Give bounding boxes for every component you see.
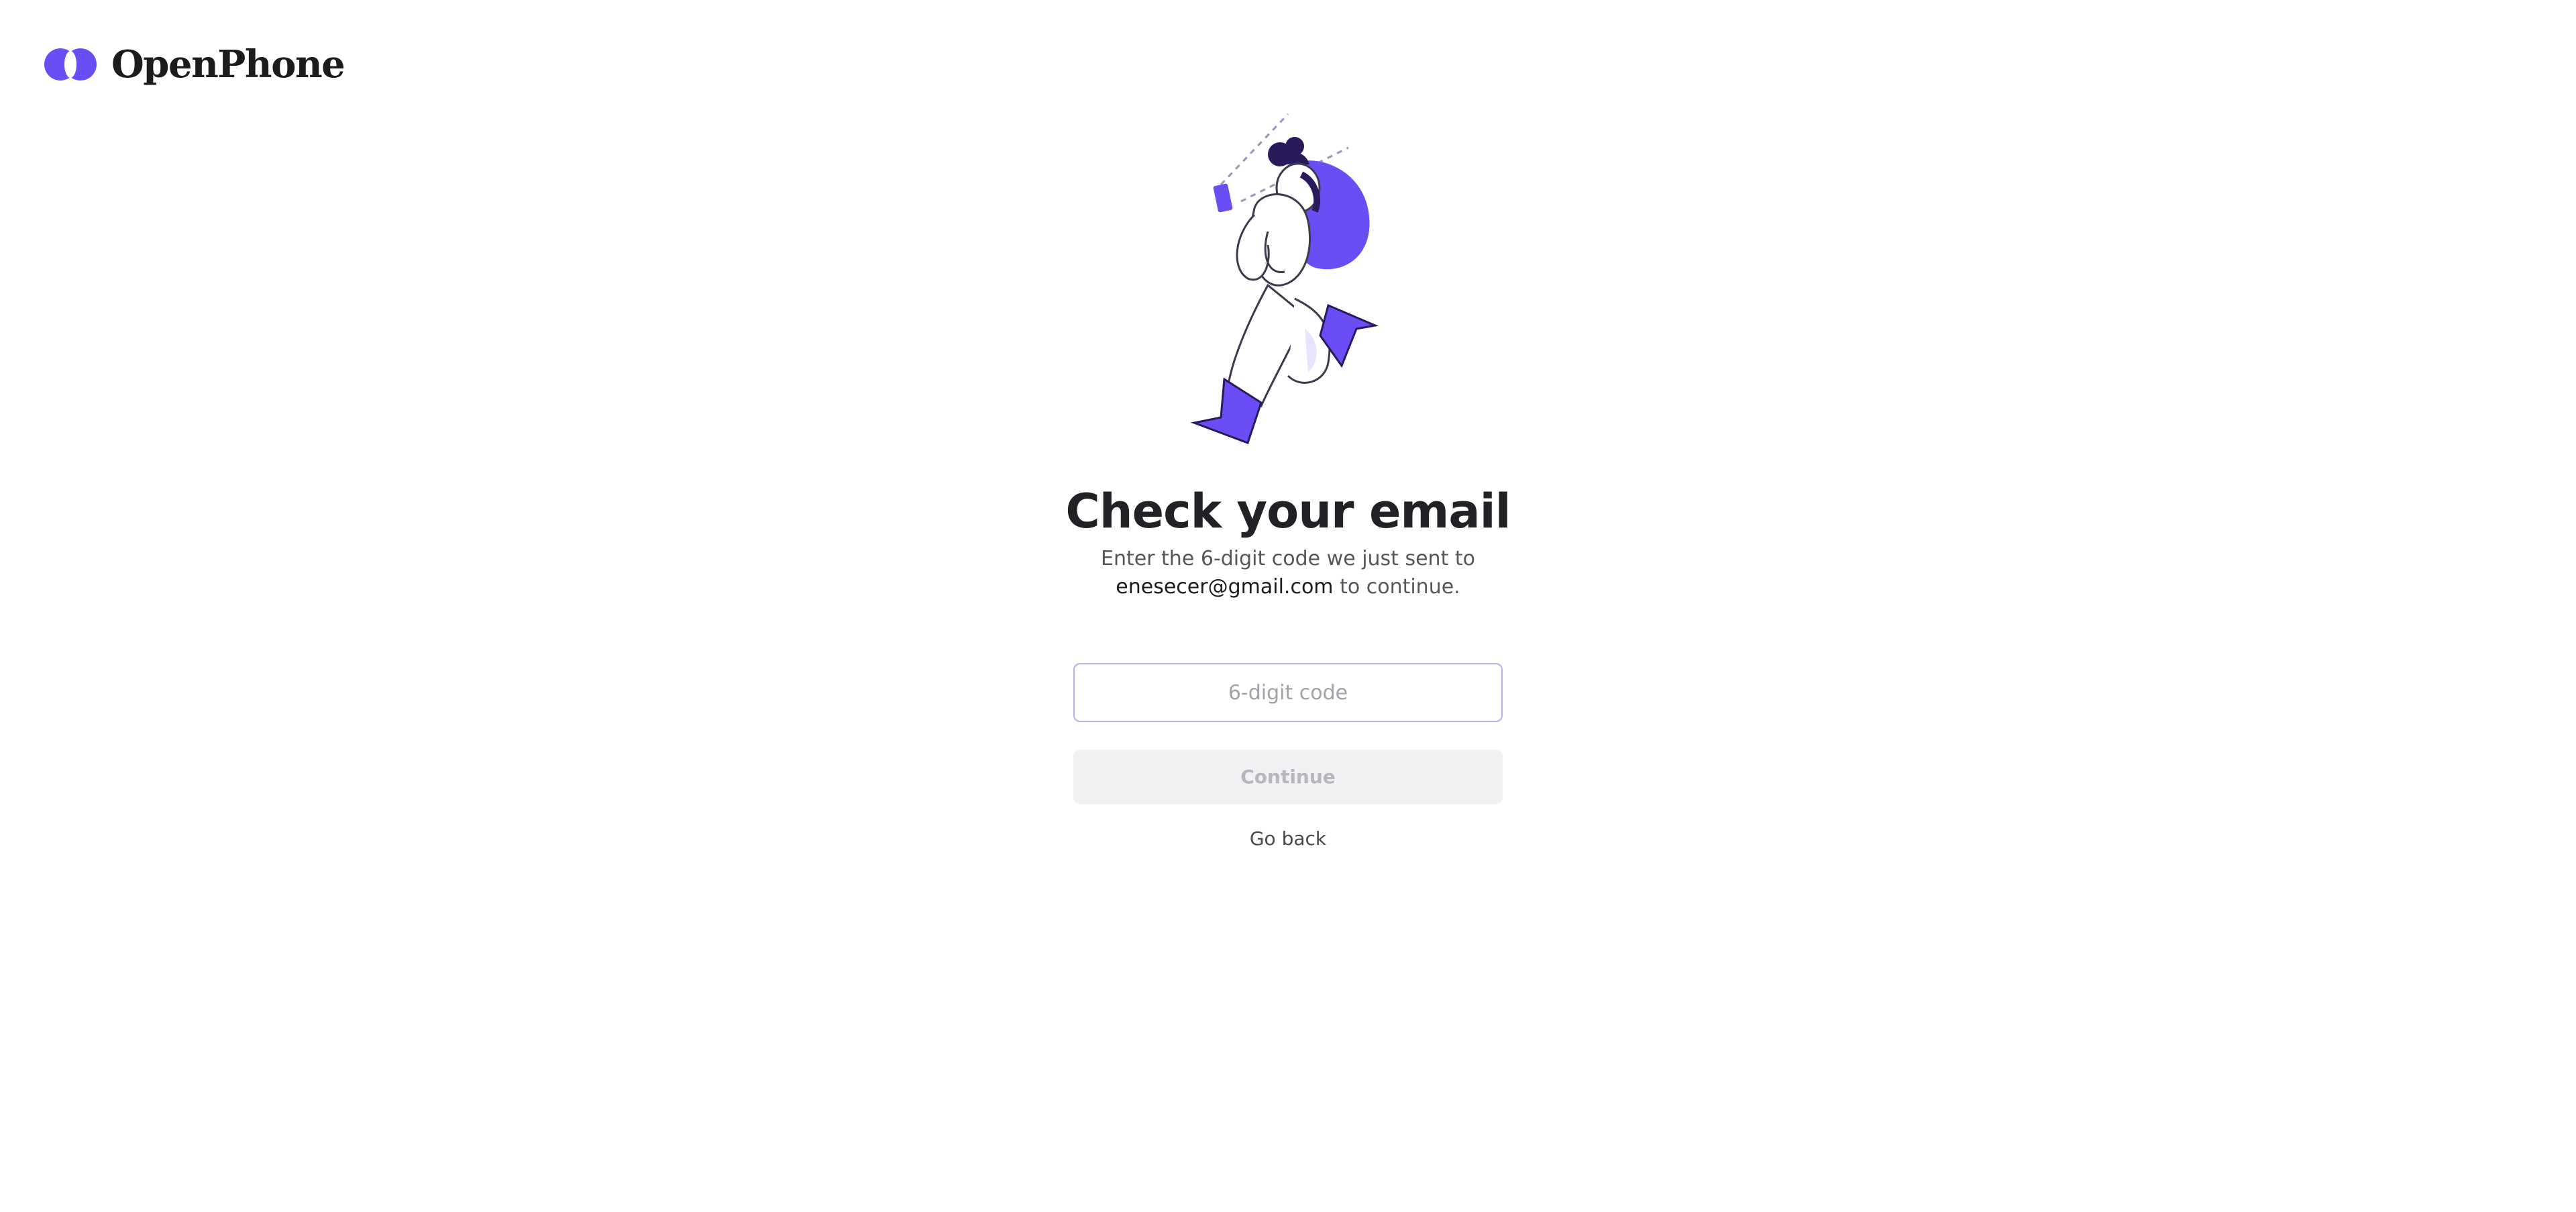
brand-name: OpenPhone xyxy=(111,42,345,87)
page-title: Check your email xyxy=(1065,484,1511,539)
instructions-suffix: to continue. xyxy=(1333,575,1460,599)
instructions-line-2: enesecer@gmail.com to continue. xyxy=(0,573,2576,601)
instructions-line-1: Enter the 6-digit code we just sent to xyxy=(1100,547,1475,570)
person-running-with-phone-illustration xyxy=(1190,113,1379,444)
go-back-link[interactable]: Go back xyxy=(1221,824,1355,854)
continue-button[interactable]: Continue xyxy=(1073,750,1503,804)
verification-code-input[interactable] xyxy=(1073,663,1503,722)
brand-logo[interactable]: OpenPhone xyxy=(43,40,345,89)
instructions-text: Enter the 6-digit code we just sent to e… xyxy=(0,545,2576,601)
openphone-logo-icon xyxy=(44,48,97,81)
recipient-email: enesecer@gmail.com xyxy=(1116,575,1334,599)
